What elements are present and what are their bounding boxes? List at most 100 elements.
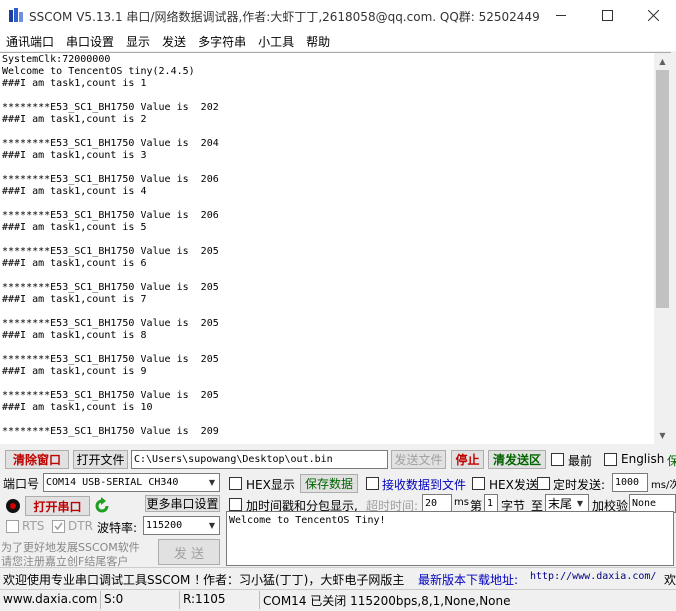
dtr-label: DTR [68,519,93,533]
log-line: ###I am task1,count is 5 [2,222,147,233]
baud-label: 波特率: [97,521,138,535]
save-data-button[interactable]: 保存数据 [300,474,358,493]
maximize-icon [601,10,613,21]
scroll-down-icon[interactable]: ▼ [654,427,671,444]
log-line: ###I am task1,count is 2 [2,114,147,125]
log-line: SystemClk:72000000 [2,54,111,65]
rts-label: RTS [22,519,45,533]
baud-chevron-down-icon[interactable]: ▼ [204,517,220,534]
app-logo-icon [8,7,24,23]
menu-help[interactable]: 帮助 [300,33,330,50]
status-divider [179,591,180,609]
download-link[interactable]: http://www.daxia.com/ [530,571,656,582]
log-line: ********E53_SC1_BH1750 Value is 204 [2,138,219,149]
hex-display-label: HEX显示 [246,478,295,492]
status-divider [100,591,101,609]
log-line: ********E53_SC1_BH1750 Value is 205 [2,282,219,293]
log-line: ********E53_SC1_BH1750 Value is 209 [2,426,219,437]
end-select-value: 末尾 [548,497,573,511]
stop-button[interactable]: 停止 [451,450,484,469]
timed-unit-label: ms/次 [651,480,676,491]
rts-checkbox[interactable] [6,520,19,533]
topmost-checkbox[interactable] [551,453,564,466]
menu-serial-settings[interactable]: 串口设置 [60,33,114,50]
menu-tools[interactable]: 小工具 [252,33,294,50]
menu-bar: 通讯端口 串口设置 显示 发送 多字符串 小工具 帮助 [0,31,676,51]
welcome-text: 欢迎使用专业串口调试工具SSCOM ！ [3,573,207,587]
open-file-button[interactable]: 打开文件 [73,450,128,469]
author-text: 作者：习小猛(丁丁)，大虾电子网版主 [203,573,405,587]
maximize-button[interactable] [584,0,630,31]
status-sent-count: S:0 [104,592,124,606]
minimize-button[interactable] [538,0,584,31]
checkmark-icon [54,522,63,531]
chevron-down-icon[interactable]: ▼ [204,474,220,491]
timeout-unit: ms [454,497,469,508]
port-select-value: COM14 USB-SERIAL CH340 [46,477,179,488]
clear-send-button[interactable]: 清发送区 [488,450,546,469]
menu-comm-port[interactable]: 通讯端口 [0,33,54,50]
english-label: English [621,452,665,466]
hex-send-checkbox[interactable] [472,477,485,490]
log-line: ********E53_SC1_BH1750 Value is 205 [2,390,219,401]
status-received-count: R:1105 [183,592,226,606]
recv-to-file-label: 接收数据到文件 [382,478,467,492]
topmost-label: 最前 [568,454,593,468]
log-line: ###I am task1,count is 4 [2,186,147,197]
timed-send-label: 定时发送: [553,478,606,492]
dtr-checkbox[interactable] [52,520,65,533]
port-status-icon [6,499,20,513]
log-line: ********E53_SC1_BH1750 Value is 206 [2,210,219,221]
send-file-button[interactable]: 发送文件 [391,450,446,469]
scrollbar-thumb[interactable] [656,70,669,308]
timestamp-checkbox[interactable] [229,498,242,511]
refresh-icon[interactable] [93,497,111,515]
log-line: ###I am task1,count is 3 [2,150,147,161]
english-checkbox[interactable] [604,453,617,466]
port-label: 端口号 [3,477,40,491]
open-port-button[interactable]: 打开串口 [25,496,90,516]
end-chevron-down-icon[interactable]: ▼ [572,495,588,512]
file-path-field[interactable]: C:\Users\supowang\Desktop\out.bin [131,450,388,469]
latest-version-label: 最新版本下载地址: [418,573,519,587]
port-select[interactable]: COM14 USB-SERIAL CH340 [43,473,220,492]
timed-interval-input[interactable]: 1000 [612,473,648,492]
log-line: Welcome to TencentOS tiny(2.4.5) [2,66,195,77]
log-line: ###I am task1,count is 10 [2,402,153,413]
close-button[interactable] [630,0,676,31]
scroll-up-icon[interactable]: ▲ [654,53,671,70]
log-line: ********E53_SC1_BH1750 Value is 205 [2,318,219,329]
status-site: www.daxia.com [3,592,98,606]
footer-extra-text: 欢迎 [664,573,676,587]
log-line: ********E53_SC1_BH1750 Value is 202 [2,102,219,113]
minimize-icon [556,15,566,16]
send-text-area[interactable]: Welcome to TencentOS Tiny! [226,511,674,566]
receive-log-text: SystemClk:72000000 Welcome to TencentOS t… [2,54,654,442]
log-line: ###I am task1,count is 6 [2,258,147,269]
log-line: ###I am task1,count is 9 [2,366,147,377]
log-line: ###I am task1,count is 8 [2,330,147,341]
menu-display[interactable]: 显示 [120,33,150,50]
window-title: SSCOM V5.13.1 串口/网络数据调试器,作者:大虾丁丁,2618058… [29,10,540,24]
clear-window-button[interactable]: 清除窗口 [5,450,69,469]
recv-to-file-checkbox[interactable] [366,477,379,490]
close-icon [647,10,659,21]
send-button[interactable]: 发 送 [158,539,220,565]
timed-send-checkbox[interactable] [537,477,550,490]
log-line: ********E53_SC1_BH1750 Value is 205 [2,354,219,365]
hex-display-checkbox[interactable] [229,477,242,490]
menu-send[interactable]: 发送 [156,33,186,50]
more-settings-button[interactable]: 更多串口设置 [145,495,220,512]
menu-multi-string[interactable]: 多字符串 [192,33,246,50]
status-port-info: COM14 已关闭 115200bps,8,1,None,None [263,594,511,608]
log-line: ********E53_SC1_BH1750 Value is 206 [2,174,219,185]
